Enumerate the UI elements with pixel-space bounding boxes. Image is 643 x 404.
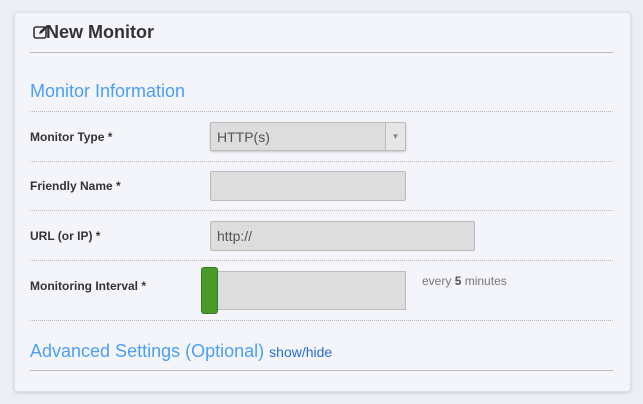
divider <box>30 52 613 53</box>
interval-label: Monitoring Interval * <box>30 279 147 293</box>
section-heading: Monitor Information <box>30 81 186 101</box>
divider <box>30 370 613 371</box>
monitor-type-label: Monitor Type * <box>30 130 113 144</box>
divider <box>30 260 613 261</box>
new-monitor-card <box>14 12 631 392</box>
monitor-type-select[interactable]: HTTP(s) ▼ <box>210 122 406 151</box>
url-input[interactable] <box>210 221 475 251</box>
interval-value: 5 <box>454 274 462 288</box>
friendly-name-label: Friendly Name * <box>30 179 121 193</box>
slider-handle[interactable] <box>201 267 218 314</box>
divider <box>30 210 613 211</box>
divider <box>30 161 613 162</box>
chevron-down-icon: ▼ <box>385 123 405 150</box>
friendly-name-input[interactable] <box>210 171 406 201</box>
advanced-title: Advanced Settings (Optional) <box>30 341 265 361</box>
divider <box>30 320 613 321</box>
interval-slider[interactable] <box>203 271 406 310</box>
url-label: URL (or IP) * <box>30 229 101 243</box>
interval-readout: every 5 minutes <box>422 274 507 288</box>
monitor-type-value: HTTP(s) <box>217 129 270 145</box>
show-hide-link[interactable]: show/hide <box>269 344 332 360</box>
advanced-settings-heading: Advanced Settings (Optional) show/hide <box>30 341 332 362</box>
divider <box>30 111 613 112</box>
interval-prefix: every <box>422 274 452 288</box>
interval-suffix: minutes <box>464 274 507 288</box>
page-title: New Monitor <box>46 22 154 42</box>
